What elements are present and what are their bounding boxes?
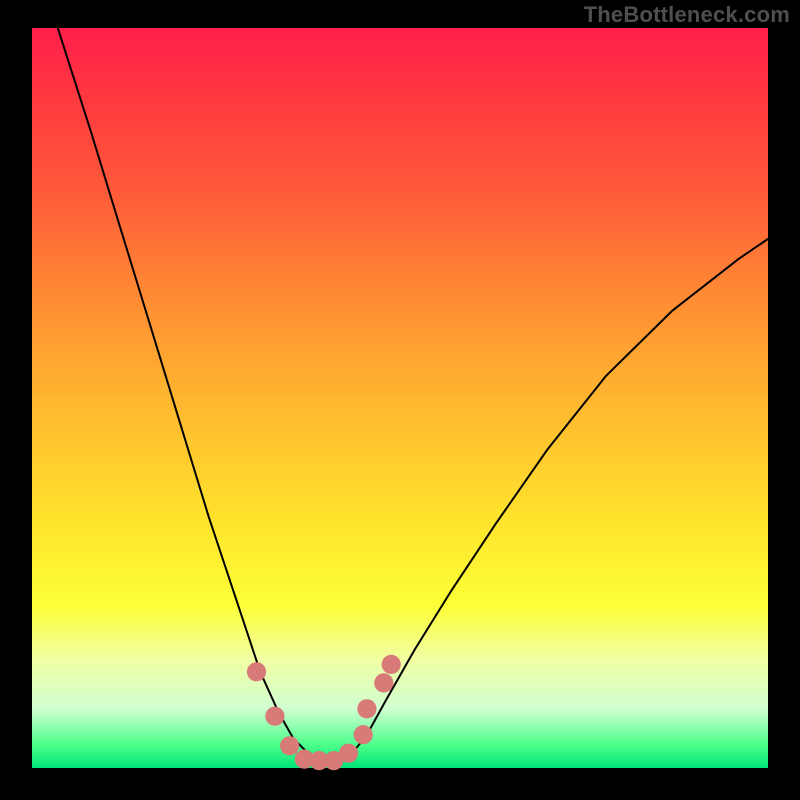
trough-marker: [354, 725, 373, 744]
trough-marker: [247, 662, 266, 681]
trough-marker: [280, 736, 299, 755]
trough-marker: [357, 699, 376, 718]
trough-marker: [374, 673, 393, 692]
trough-marker: [265, 707, 284, 726]
trough-markers: [247, 655, 401, 770]
plot-area: [32, 28, 768, 768]
chart-svg: [32, 28, 768, 768]
trough-marker: [382, 655, 401, 674]
chart-frame: TheBottleneck.com: [0, 0, 800, 800]
watermark-text: TheBottleneck.com: [584, 2, 790, 28]
trough-marker: [339, 744, 358, 763]
bottleneck-curve: [58, 28, 768, 761]
